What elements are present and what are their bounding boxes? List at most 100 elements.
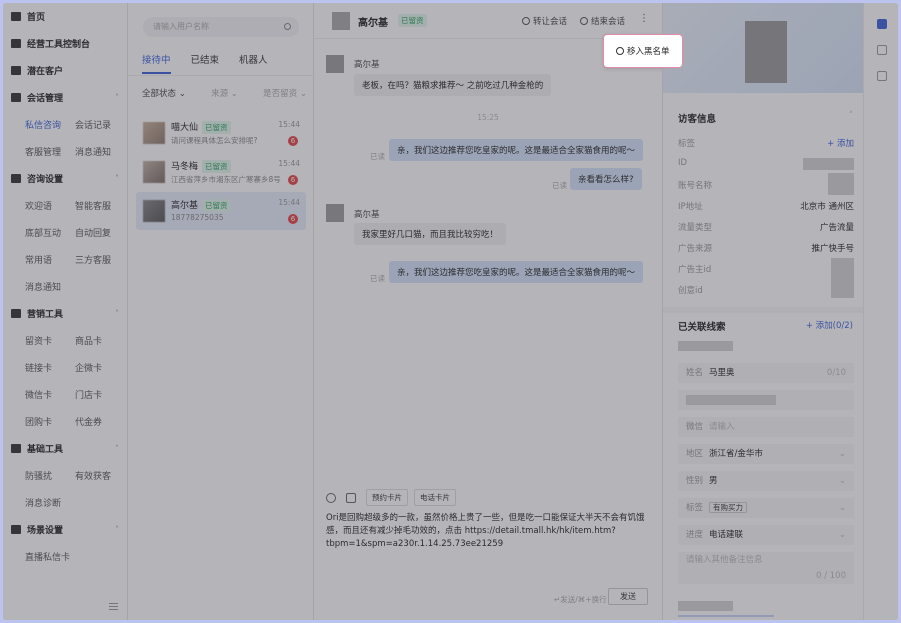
send-button[interactable]: 发送: [608, 588, 648, 605]
sidebar-item[interactable]: 自动回复: [75, 226, 125, 239]
sidebar-group[interactable]: 基础工具 ˄: [3, 435, 127, 462]
search-icon[interactable]: [284, 23, 291, 30]
tab-ended[interactable]: 已结束: [191, 52, 220, 74]
gender-select[interactable]: 性别男 ⌄: [678, 471, 854, 491]
chevron-up-icon[interactable]: ˄: [115, 174, 119, 183]
sidebar-item[interactable]: 门店卡: [75, 388, 125, 401]
redacted-lead-title: [678, 341, 733, 351]
add-lead-button[interactable]: + 添加(0/2): [806, 319, 853, 331]
end-session-button[interactable]: 结束会话: [580, 15, 625, 27]
redacted-lead-title: [678, 601, 733, 611]
sidebar-group-label: 首页: [27, 13, 46, 23]
visitor-field-label: 账号名称: [678, 181, 713, 191]
sidebar-item[interactable]: 消息通知: [25, 280, 75, 293]
sidebar-item[interactable]: 三方客服: [75, 253, 125, 266]
menu-collapse-icon[interactable]: [109, 603, 118, 610]
sidebar-item[interactable]: 微信卡: [25, 388, 75, 401]
sidebar-item[interactable]: 欢迎语: [25, 199, 75, 212]
sidebar-row: 微信卡 门店卡: [3, 381, 127, 408]
sidebar-item[interactable]: 客服管理: [25, 145, 75, 158]
redacted-value: [828, 173, 854, 195]
visitor-field: 广告主id: [678, 263, 854, 275]
visitor-field: 广告来源 推广快手号: [678, 242, 854, 254]
name-field[interactable]: 姓名 马里奥 0/10: [678, 363, 854, 383]
document-icon[interactable]: [877, 71, 887, 81]
sidebar-item[interactable]: 常用语: [25, 253, 75, 266]
tag-select[interactable]: 标签 有购买力 ⌄: [678, 498, 854, 518]
transfer-session-button[interactable]: 转让会话: [522, 15, 567, 27]
phone-card-button[interactable]: 电话卡片: [414, 489, 456, 506]
redacted-field[interactable]: [678, 390, 854, 410]
conversation-item[interactable]: 喵大仙 已留资 请问课程具体怎么安排呢? 15:44 6: [136, 114, 306, 152]
sidebar-item[interactable]: 企微卡: [75, 361, 125, 374]
scrollbar[interactable]: [678, 615, 774, 617]
user-gear-icon: [11, 174, 21, 183]
note-textarea[interactable]: 请输入其他备注信息 0 / 100: [678, 552, 854, 584]
note-count: 0 / 100: [816, 571, 846, 581]
chevron-up-icon[interactable]: ˄: [115, 309, 119, 318]
wechat-field[interactable]: 微信 请输入: [678, 417, 854, 437]
wechat-placeholder: 请输入: [709, 422, 735, 432]
sidebar-item[interactable]: 代金券: [75, 415, 125, 428]
sidebar-group[interactable]: 咨询设置 ˄: [3, 165, 127, 192]
sidebar-group[interactable]: 潜在客户: [3, 57, 127, 84]
progress-select[interactable]: 进度 电话建联 ⌄: [678, 525, 854, 545]
appointment-card-button[interactable]: 预约卡片: [366, 489, 408, 506]
chevron-up-icon[interactable]: ˄: [115, 93, 119, 102]
message-bubble-outgoing: 亲看看怎么样?: [570, 168, 642, 190]
message-input[interactable]: Ori是回购超级多的一款，虽然价格上贵了一些，但是吃一口能保证大半天不会有饥饿感…: [326, 512, 651, 551]
toolbox-icon: [11, 444, 21, 453]
sidebar-item[interactable]: 直播私信卡: [25, 550, 75, 563]
sidebar-group[interactable]: 会话管理 ˄: [3, 84, 127, 111]
sidebar-item[interactable]: 会话记录: [75, 118, 125, 131]
sidebar-item[interactable]: 有效获客: [75, 469, 125, 482]
sidebar-group-label: 基础工具: [27, 445, 64, 455]
chevron-up-icon[interactable]: ˄: [115, 444, 119, 453]
collapse-icon[interactable]: ˄: [849, 111, 853, 121]
more-icon[interactable]: ⋮: [639, 13, 649, 24]
message-icon[interactable]: [877, 45, 887, 55]
home-icon: [11, 12, 21, 21]
sidebar-item[interactable]: 智能客服: [75, 199, 125, 212]
status-badge: 已留资: [202, 160, 231, 173]
sidebar-row: 消息通知: [3, 273, 127, 300]
sidebar-group[interactable]: 营销工具 ˄: [3, 300, 127, 327]
sidebar-item[interactable]: 链接卡: [25, 361, 75, 374]
filter-bar: 全部状态 ⌄ 来源 ⌄ 是否留资 ⌄: [142, 87, 307, 99]
sidebar-item[interactable]: 留资卡: [25, 334, 75, 347]
user-info-icon[interactable]: [877, 19, 887, 29]
sidebar-item[interactable]: 防骚扰: [25, 469, 75, 482]
transfer-icon: [522, 17, 530, 25]
tab-robot[interactable]: 机器人: [239, 52, 268, 74]
filter-source[interactable]: 来源 ⌄: [211, 87, 238, 99]
sidebar-item[interactable]: 消息通知: [75, 145, 125, 158]
add-tag-button[interactable]: + 添加: [827, 137, 854, 149]
blacklist-popup-highlight[interactable]: 移入黑名单: [603, 34, 683, 68]
sidebar-group[interactable]: 经营工具控制台: [3, 30, 127, 57]
visitor-info-panel: 访客信息 ˄ 标签 + 添加 ID 账号名称 IP地址 北京市 通州区 流量类型 广告流量…: [662, 3, 864, 620]
conversation-item-selected[interactable]: 高尔基 已留资 18778275035 15:44 6: [136, 192, 306, 230]
image-icon[interactable]: [346, 492, 356, 503]
gender-field-label: 性别: [686, 476, 704, 486]
emoji-icon[interactable]: [326, 492, 336, 503]
region-field-value: 浙江省/金华市: [709, 449, 763, 459]
search-input[interactable]: 请输入用户名称: [143, 17, 299, 37]
sidebar-group[interactable]: 场景设置 ˄: [3, 516, 127, 543]
sidebar-item[interactable]: 私信咨询: [25, 118, 75, 131]
name-field-label: 姓名: [686, 368, 704, 378]
sidebar-item[interactable]: 团购卡: [25, 415, 75, 428]
tag-chip[interactable]: 有购买力: [709, 502, 748, 513]
sidebar-item[interactable]: 底部互动: [25, 226, 75, 239]
sidebar-item[interactable]: 商品卡: [75, 334, 125, 347]
tab-receiving[interactable]: 接待中: [142, 52, 171, 74]
region-select[interactable]: 地区 浙江省/金华市 ⌄: [678, 444, 854, 464]
chevron-up-icon[interactable]: ˄: [115, 525, 119, 534]
progress-field-label: 进度: [686, 530, 704, 540]
sidebar-group[interactable]: 首页: [3, 3, 127, 30]
conversation-item[interactable]: 马冬梅 已留资 江西省萍乡市湘东区广寒寨乡8号 15:44 6: [136, 153, 306, 191]
sidebar-item[interactable]: 消息诊断: [25, 496, 75, 509]
search-placeholder: 请输入用户名称: [153, 22, 209, 31]
filter-leads[interactable]: 是否留资 ⌄: [263, 87, 307, 99]
filter-status[interactable]: 全部状态 ⌄: [142, 87, 186, 99]
leads-title: 已关联线索: [678, 322, 726, 333]
